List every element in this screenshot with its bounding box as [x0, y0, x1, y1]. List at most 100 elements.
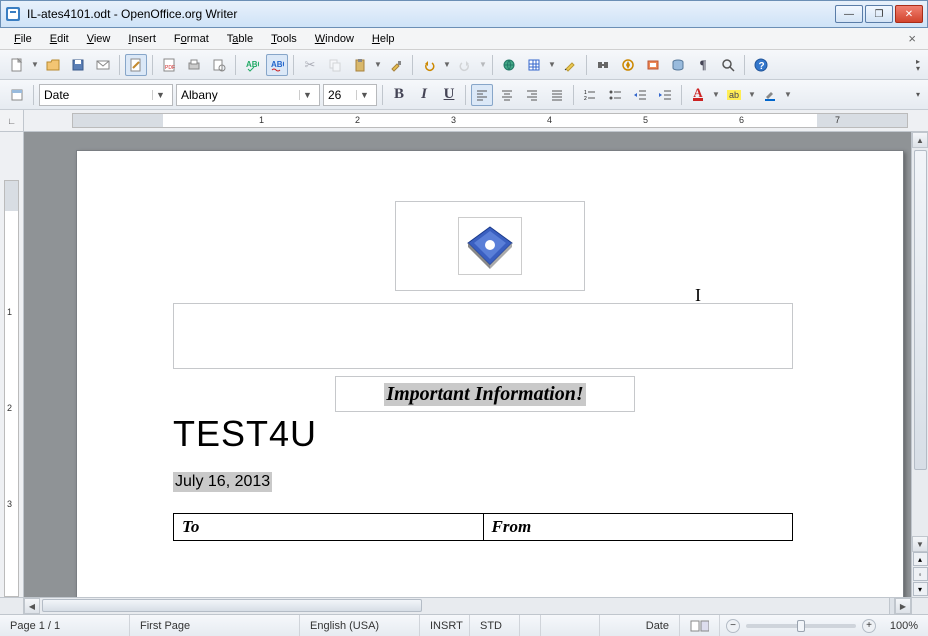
export-pdf-icon[interactable]: PDF: [158, 54, 180, 76]
paste-dropdown[interactable]: ▼: [374, 60, 382, 69]
menu-table[interactable]: Table: [219, 31, 261, 47]
zoom-slider[interactable]: [746, 624, 856, 628]
formatting-overflow[interactable]: ▾: [916, 91, 922, 98]
show-draw-icon[interactable]: [559, 54, 581, 76]
bullet-list-button[interactable]: [604, 84, 626, 106]
cut-icon[interactable]: ✂: [299, 54, 321, 76]
open-icon[interactable]: [42, 54, 64, 76]
maximize-button[interactable]: ❐: [865, 5, 893, 23]
highlight-button[interactable]: ab: [723, 84, 745, 106]
zoom-icon[interactable]: [717, 54, 739, 76]
empty-frame[interactable]: [173, 303, 793, 369]
next-page-button[interactable]: ▾: [913, 582, 928, 596]
paste-icon[interactable]: [349, 54, 371, 76]
zoom-percent[interactable]: 100%: [882, 615, 928, 636]
style-dropdown-icon[interactable]: ▼: [152, 90, 168, 100]
email-icon[interactable]: [92, 54, 114, 76]
font-name-combo[interactable]: Albany ▼: [176, 84, 320, 106]
info-frame[interactable]: Important Information!: [335, 376, 635, 412]
undo-dropdown[interactable]: ▼: [443, 60, 451, 69]
menu-format[interactable]: Format: [166, 31, 217, 47]
font-dropdown-icon[interactable]: ▼: [299, 90, 315, 100]
underline-button[interactable]: U: [438, 84, 460, 106]
status-language[interactable]: English (USA): [300, 615, 420, 636]
align-left-button[interactable]: [471, 84, 493, 106]
preview-icon[interactable]: [208, 54, 230, 76]
vertical-scrollbar[interactable]: ▲ ▼ ▴ ◦ ▾: [911, 132, 928, 597]
vertical-ruler[interactable]: 1 2 3: [4, 180, 19, 597]
indent-button[interactable]: [654, 84, 676, 106]
align-center-button[interactable]: [496, 84, 518, 106]
scroll-left-button[interactable]: ◀: [24, 598, 40, 614]
redo-icon[interactable]: [454, 54, 476, 76]
status-insert[interactable]: INSRT: [420, 615, 470, 636]
new-dropdown[interactable]: ▼: [31, 60, 39, 69]
highlight-dropdown[interactable]: ▼: [748, 90, 756, 99]
save-icon[interactable]: [67, 54, 89, 76]
close-button[interactable]: ✕: [895, 5, 923, 23]
font-color-button[interactable]: A: [687, 84, 709, 106]
help-icon[interactable]: ?: [750, 54, 772, 76]
horizontal-ruler[interactable]: 1 2 3 4 5 6 7: [72, 113, 908, 128]
align-justify-button[interactable]: [546, 84, 568, 106]
redo-dropdown[interactable]: ▼: [479, 60, 487, 69]
bgcolor-dropdown[interactable]: ▼: [784, 90, 792, 99]
edit-doc-icon[interactable]: [125, 54, 147, 76]
document-canvas[interactable]: Important Information! TEST4U July 16, 2…: [24, 132, 911, 597]
status-style[interactable]: First Page: [130, 615, 300, 636]
table-cell-from: From: [484, 514, 793, 540]
outdent-button[interactable]: [629, 84, 651, 106]
table-dropdown[interactable]: ▼: [548, 60, 556, 69]
italic-button[interactable]: I: [413, 84, 435, 106]
paragraph-style-combo[interactable]: Date ▼: [39, 84, 173, 106]
to-from-table[interactable]: To From: [173, 513, 793, 541]
minimize-button[interactable]: —: [835, 5, 863, 23]
scroll-thumb[interactable]: [914, 150, 927, 470]
menu-insert[interactable]: Insert: [120, 31, 164, 47]
nonprinting-icon[interactable]: ¶: [692, 54, 714, 76]
size-dropdown-icon[interactable]: ▼: [356, 90, 372, 100]
document-close-icon[interactable]: ×: [902, 31, 922, 46]
scroll-right-button[interactable]: ▶: [895, 598, 911, 614]
zoom-out-button[interactable]: −: [726, 619, 740, 633]
scroll-down-button[interactable]: ▼: [912, 536, 928, 552]
table-icon[interactable]: [523, 54, 545, 76]
datasources-icon[interactable]: [667, 54, 689, 76]
navigator-icon[interactable]: [617, 54, 639, 76]
menu-tools[interactable]: Tools: [263, 31, 305, 47]
menu-edit[interactable]: Edit: [42, 31, 77, 47]
toolbar-overflow[interactable]: ▸▾: [916, 58, 922, 72]
styles-window-icon[interactable]: [6, 84, 28, 106]
menu-view[interactable]: View: [79, 31, 119, 47]
scroll-up-button[interactable]: ▲: [912, 132, 928, 148]
prev-page-button[interactable]: ▴: [913, 552, 928, 566]
find-icon[interactable]: [592, 54, 614, 76]
zoom-in-button[interactable]: +: [862, 619, 876, 633]
view-layout-icons[interactable]: [680, 615, 720, 636]
font-color-dropdown[interactable]: ▼: [712, 90, 720, 99]
gallery-icon[interactable]: [642, 54, 664, 76]
align-right-button[interactable]: [521, 84, 543, 106]
hscroll-thumb[interactable]: [42, 599, 422, 612]
font-size-value: 26: [328, 88, 341, 102]
undo-icon[interactable]: [418, 54, 440, 76]
autospell-icon[interactable]: ABC: [266, 54, 288, 76]
image-frame[interactable]: [395, 201, 585, 291]
menu-window[interactable]: Window: [307, 31, 362, 47]
menu-help[interactable]: Help: [364, 31, 403, 47]
bold-button[interactable]: B: [388, 84, 410, 106]
bgcolor-button[interactable]: [759, 84, 781, 106]
print-icon[interactable]: [183, 54, 205, 76]
hyperlink-icon[interactable]: [498, 54, 520, 76]
spellcheck-icon[interactable]: ABC: [241, 54, 263, 76]
nav-object-button[interactable]: ◦: [913, 567, 928, 581]
format-paintbrush-icon[interactable]: [385, 54, 407, 76]
status-selection[interactable]: STD: [470, 615, 520, 636]
new-icon[interactable]: [6, 54, 28, 76]
status-page[interactable]: Page 1 / 1: [0, 615, 130, 636]
font-size-combo[interactable]: 26 ▼: [323, 84, 377, 106]
copy-icon[interactable]: [324, 54, 346, 76]
numbered-list-button[interactable]: 12: [579, 84, 601, 106]
menu-file[interactable]: File: [6, 31, 40, 47]
standard-toolbar: ▼ PDF ABC ABC ✂ ▼ ▼ ▼ ▼ ¶ ? ▸▾: [0, 50, 928, 80]
